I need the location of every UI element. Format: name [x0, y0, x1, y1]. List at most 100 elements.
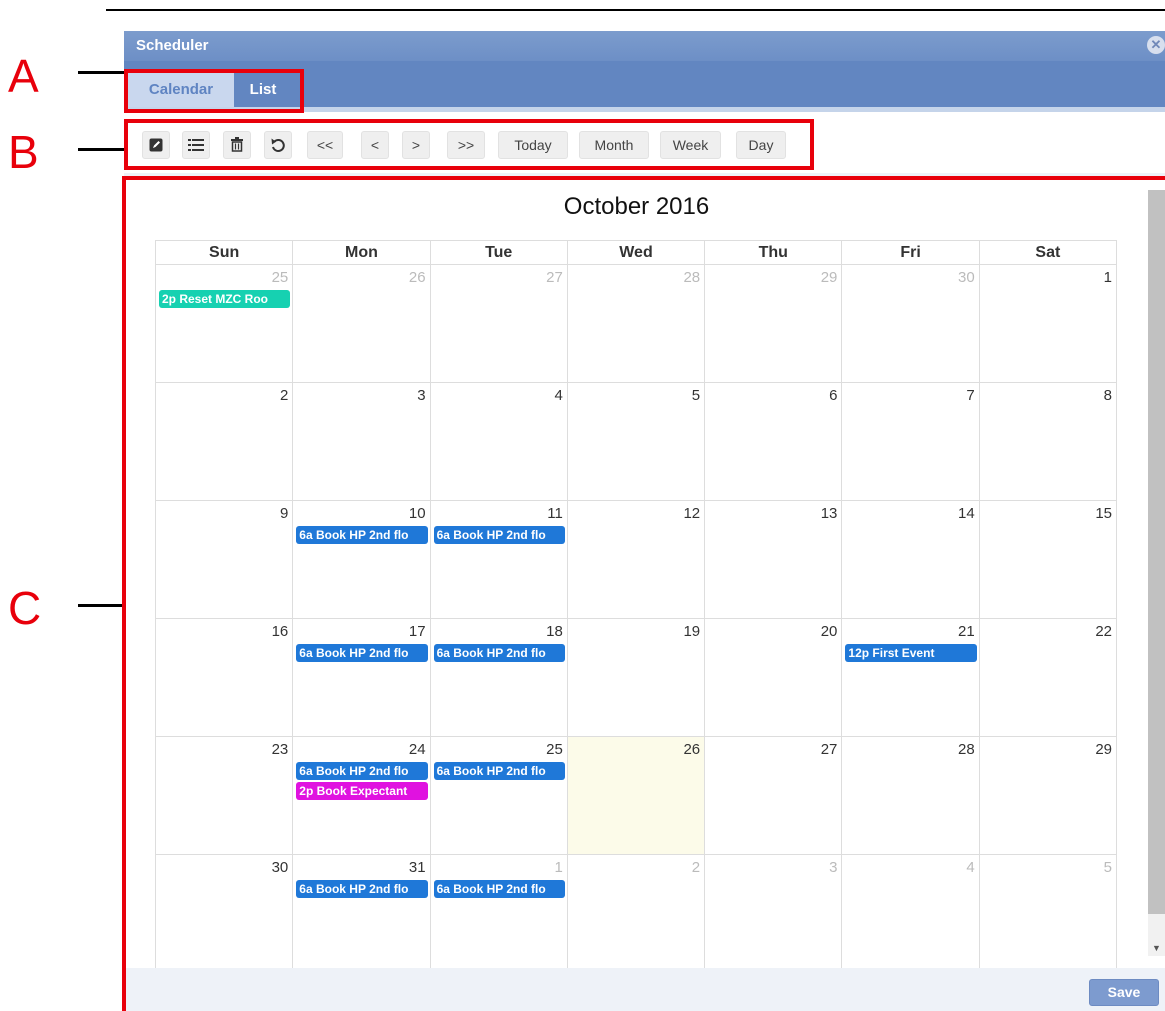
toolbar: << < > >> Today Month Week Day [124, 117, 1165, 173]
day-cell[interactable]: 30 [841, 264, 980, 383]
day-cell[interactable]: 9 [154, 500, 294, 619]
tab-calendar[interactable]: Calendar [128, 72, 234, 107]
day-cell[interactable]: 29 [978, 736, 1118, 855]
next-year-button[interactable]: >> [447, 131, 485, 159]
calendar-event[interactable]: 2p Book Expectant [296, 782, 428, 800]
day-cell[interactable]: 16 [154, 618, 294, 737]
day-cell[interactable]: 12 [566, 500, 706, 619]
calendar-event[interactable]: 6a Book HP 2nd flo [433, 880, 565, 898]
day-number: 22 [1095, 623, 1112, 640]
week-row: 9 10 6a Book HP 2nd flo 11 6a Book HP 2nd fl… [154, 500, 1118, 619]
vertical-scrollbar[interactable]: ▼ [1148, 190, 1165, 956]
prev-year-button[interactable]: << [307, 131, 343, 159]
day-cell[interactable]: 25 6a Book HP 2nd flo [429, 736, 568, 855]
day-number: 7 [966, 387, 975, 404]
day-cell[interactable]: 19 [566, 618, 706, 737]
day-number: 24 [408, 741, 426, 758]
day-cell[interactable]: 23 [154, 736, 294, 855]
weekday-header: Sun [154, 240, 294, 265]
day-number: 30 [958, 269, 975, 286]
day-number: 2 [279, 387, 289, 404]
day-cell[interactable]: 24 6a Book HP 2nd flo 2p Book Expectant [292, 736, 431, 855]
day-cell[interactable]: 28 [841, 736, 980, 855]
day-number: 12 [683, 505, 701, 522]
weekday-header-row: Sun Mon Tue Wed Thu Fri Sat [154, 240, 1118, 265]
day-number: 3 [417, 387, 426, 404]
day-number: 15 [1095, 505, 1112, 522]
today-button[interactable]: Today [498, 131, 568, 159]
save-button[interactable]: Save [1089, 979, 1159, 1006]
calendar-area: October 2016 Sun Mon Tue Wed Thu Fri Sat… [124, 178, 1165, 973]
scrollbar-thumb[interactable] [1148, 190, 1165, 914]
month-button[interactable]: Month [579, 131, 649, 159]
day-cell[interactable]: 27 [704, 736, 843, 855]
week-row: 25 2p Reset MZC Roo 26 27 28 29 30 1 [154, 264, 1118, 383]
scroll-down-arrow-icon[interactable]: ▼ [1148, 940, 1165, 956]
day-number: 4 [554, 387, 563, 404]
list-icon[interactable] [182, 131, 210, 159]
day-cell[interactable]: 20 [704, 618, 843, 737]
top-rule [106, 9, 1165, 11]
tab-list[interactable]: List [236, 72, 290, 107]
calendar-event[interactable]: 6a Book HP 2nd flo [296, 526, 428, 544]
prev-button[interactable]: < [361, 131, 389, 159]
day-number: 3 [829, 859, 838, 876]
day-cell[interactable]: 31 6a Book HP 2nd flo [292, 854, 431, 973]
day-cell[interactable]: 11 6a Book HP 2nd flo [429, 500, 568, 619]
week-button[interactable]: Week [660, 131, 721, 159]
day-cell[interactable]: 6 [704, 382, 843, 501]
day-cell[interactable]: 26 [566, 736, 706, 855]
day-cell[interactable]: 27 [429, 264, 568, 383]
day-cell[interactable]: 10 6a Book HP 2nd flo [292, 500, 431, 619]
day-cell[interactable]: 29 [704, 264, 843, 383]
day-cell[interactable]: 2 [154, 382, 294, 501]
day-cell[interactable]: 28 [566, 264, 706, 383]
calendar-event[interactable]: 6a Book HP 2nd flo [296, 644, 428, 662]
day-cell[interactable]: 1 6a Book HP 2nd flo [429, 854, 568, 973]
next-button[interactable]: > [402, 131, 430, 159]
calendar-event[interactable]: 12p First Event [845, 644, 977, 662]
window-title: Scheduler [136, 37, 209, 54]
undo-icon[interactable] [264, 131, 292, 159]
day-button[interactable]: Day [736, 131, 786, 159]
day-cell[interactable]: 22 [978, 618, 1118, 737]
calendar-event[interactable]: 6a Book HP 2nd flo [433, 526, 565, 544]
day-cell[interactable]: 17 6a Book HP 2nd flo [292, 618, 431, 737]
day-cell[interactable]: 14 [841, 500, 980, 619]
day-cell[interactable]: 3 [292, 382, 431, 501]
day-cell[interactable]: 18 6a Book HP 2nd flo [429, 618, 568, 737]
day-cell[interactable]: 21 12p First Event [841, 618, 980, 737]
day-cell[interactable]: 8 [978, 382, 1118, 501]
calendar-event[interactable]: 6a Book HP 2nd flo [296, 880, 428, 898]
day-cell[interactable]: 25 2p Reset MZC Roo [154, 264, 294, 383]
trash-icon[interactable] [223, 131, 251, 159]
day-cell[interactable]: 5 [566, 382, 706, 501]
calendar-event[interactable]: 6a Book HP 2nd flo [433, 644, 565, 662]
day-cell[interactable]: 1 [978, 264, 1118, 383]
day-cell[interactable]: 4 [841, 854, 980, 973]
day-cell[interactable]: 26 [292, 264, 431, 383]
day-cell[interactable]: 7 [841, 382, 980, 501]
annotation-line-c [78, 604, 128, 607]
day-cell[interactable]: 2 [566, 854, 706, 973]
calendar-event[interactable]: 6a Book HP 2nd flo [433, 762, 565, 780]
week-row: 23 24 6a Book HP 2nd flo 2p Book Expectant 2… [154, 736, 1118, 855]
close-icon[interactable]: ✕ [1147, 36, 1165, 54]
day-cell[interactable]: 3 [704, 854, 843, 973]
day-number: 2 [691, 859, 701, 876]
weekday-header: Wed [566, 240, 706, 265]
day-cell[interactable]: 15 [978, 500, 1118, 619]
day-number: 27 [546, 269, 563, 286]
day-number: 25 [546, 741, 563, 758]
calendar-event[interactable]: 6a Book HP 2nd flo [296, 762, 428, 780]
calendar-event[interactable]: 2p Reset MZC Roo [159, 290, 291, 308]
week-row: 30 31 6a Book HP 2nd flo 1 6a Book HP 2nd fl… [154, 854, 1118, 973]
day-number: 17 [408, 623, 426, 640]
day-cell[interactable]: 5 [978, 854, 1118, 973]
edit-icon[interactable] [142, 131, 170, 159]
day-cell[interactable]: 13 [704, 500, 843, 619]
day-cell[interactable]: 30 [154, 854, 294, 973]
day-number: 8 [1103, 387, 1112, 404]
title-bar: Scheduler ✕ [124, 31, 1165, 61]
day-cell[interactable]: 4 [429, 382, 568, 501]
